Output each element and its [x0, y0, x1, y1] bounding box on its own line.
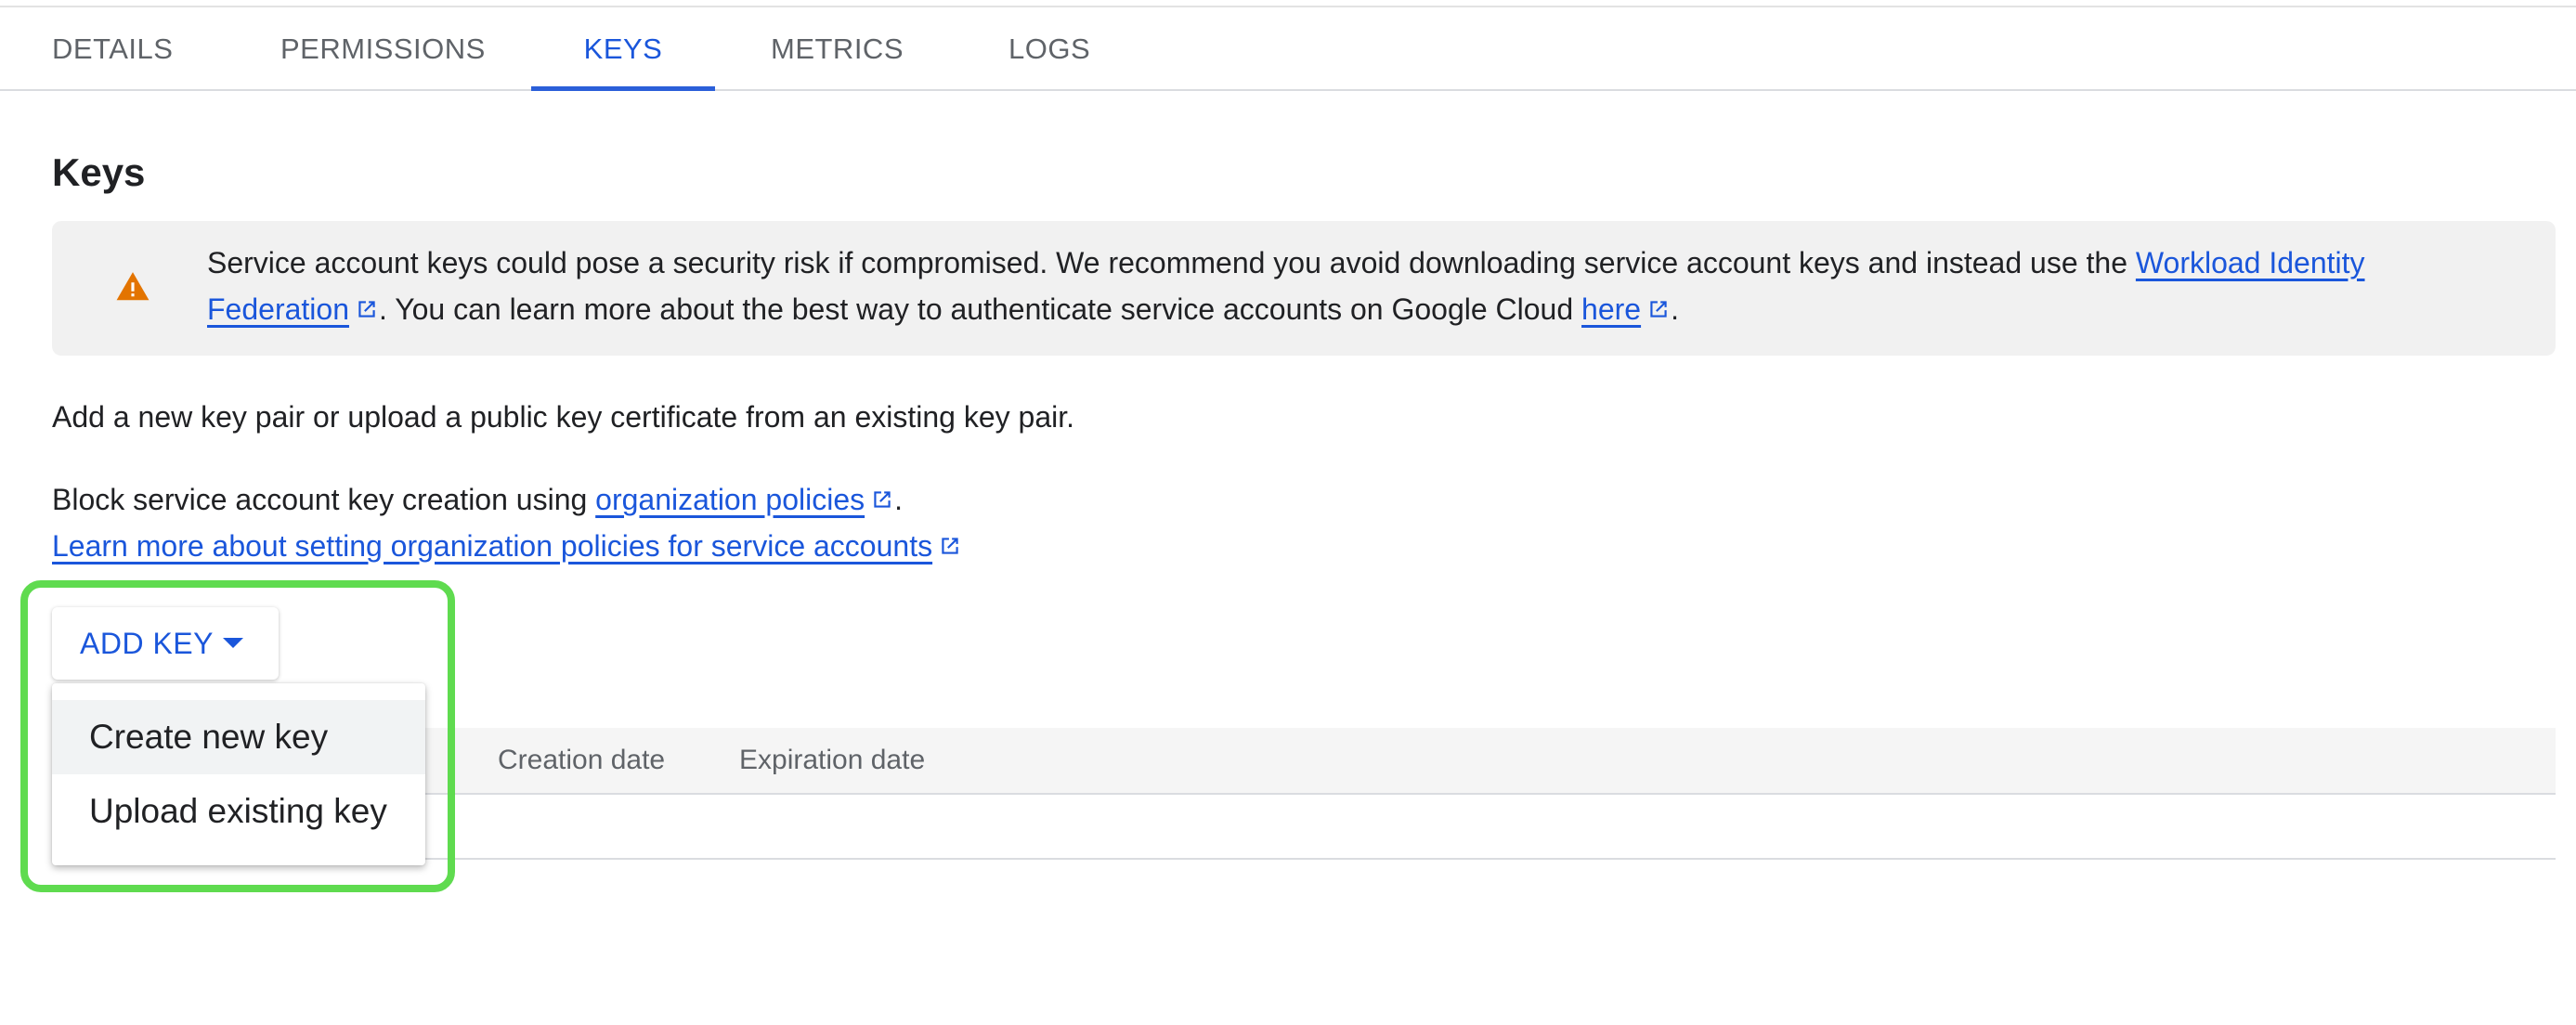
- page-title: Keys: [52, 150, 146, 194]
- learn-more-org-policies-link[interactable]: Learn more about setting organization po…: [52, 529, 932, 563]
- highlight-box: [20, 580, 455, 892]
- banner-text-2: . You can learn more about the best way …: [378, 292, 1582, 326]
- warning-icon: [116, 272, 150, 301]
- banner-text-3: .: [1671, 292, 1679, 326]
- top-divider: [0, 6, 2576, 7]
- column-expiration-date[interactable]: Expiration date: [739, 728, 925, 793]
- organization-policies-link[interactable]: organization policies: [595, 483, 865, 516]
- external-link-icon: [1650, 301, 1667, 318]
- tab-keys[interactable]: KEYS: [531, 9, 715, 91]
- external-link-icon: [358, 301, 375, 318]
- external-link-icon: [874, 491, 891, 508]
- tab-logs[interactable]: LOGS: [1008, 9, 1090, 89]
- security-warning-banner: Service account keys could pose a securi…: [52, 221, 2556, 356]
- policy-prefix: Block service account key creation using: [52, 483, 596, 516]
- tab-metrics[interactable]: METRICS: [771, 9, 904, 89]
- authenticate-here-link[interactable]: here: [1581, 292, 1641, 326]
- tab-permissions[interactable]: PERMISSIONS: [280, 9, 485, 89]
- tab-details[interactable]: DETAILS: [52, 9, 173, 89]
- intro-text: Add a new key pair or upload a public ke…: [52, 400, 1075, 434]
- learn-more-line: Learn more about setting organization po…: [52, 523, 962, 569]
- column-creation-date[interactable]: Creation date: [498, 728, 665, 793]
- policy-suffix: .: [894, 483, 904, 516]
- banner-text-1: Service account keys could pose a securi…: [207, 246, 2136, 279]
- banner-message: Service account keys could pose a securi…: [207, 240, 2510, 332]
- external-link-icon: [942, 538, 958, 554]
- policy-text: Block service account key creation using…: [52, 476, 903, 523]
- tab-bar: DETAILS PERMISSIONS KEYS METRICS LOGS: [0, 9, 2576, 91]
